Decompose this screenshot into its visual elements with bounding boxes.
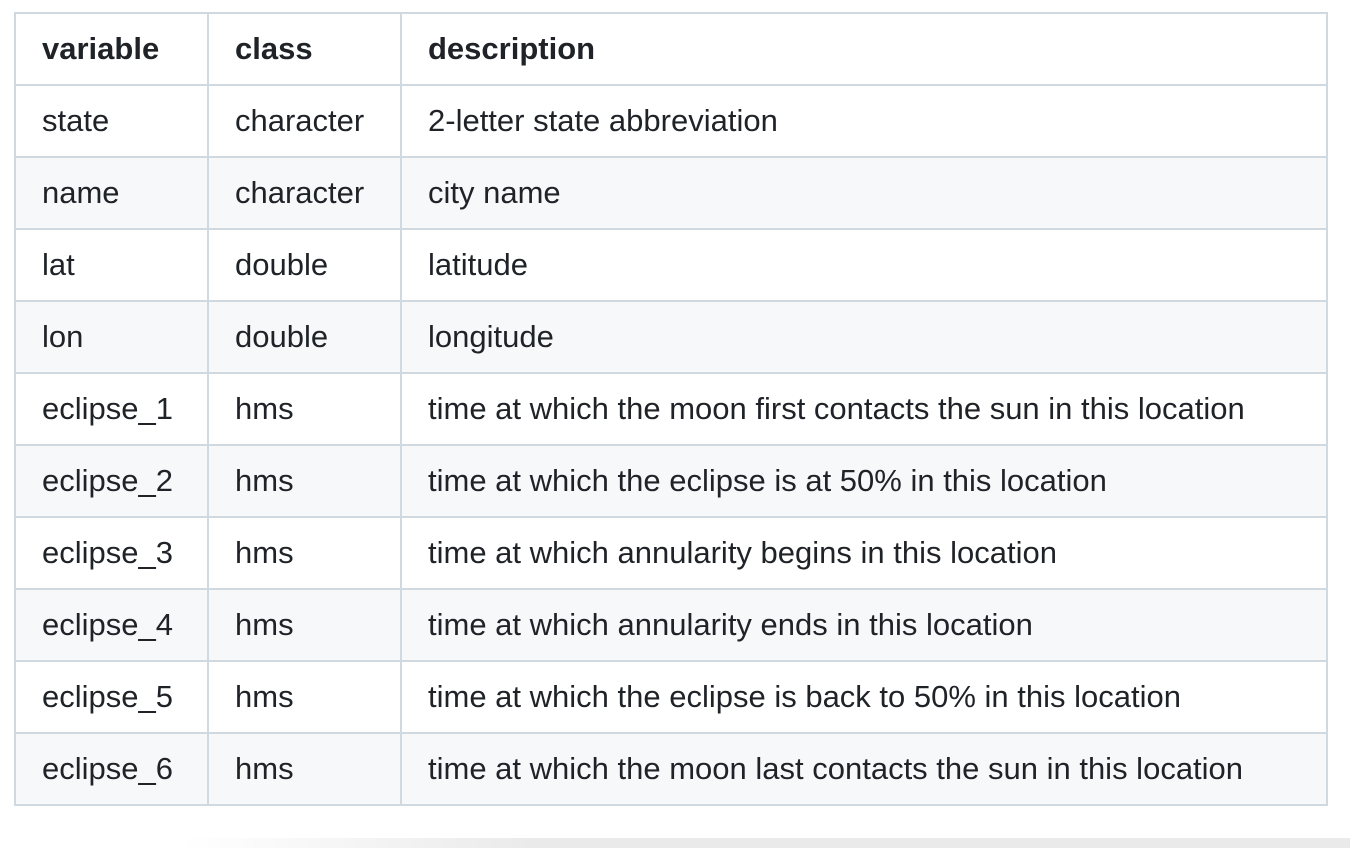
cell-variable: lon xyxy=(14,300,209,374)
table-row: eclipse_2 hms time at which the eclipse … xyxy=(14,444,1328,518)
bottom-shadow-edge xyxy=(180,838,1350,848)
header-class: class xyxy=(207,12,402,86)
header-description: description xyxy=(400,12,1328,86)
cell-variable: name xyxy=(14,156,209,230)
cell-description: city name xyxy=(400,156,1328,230)
cell-class: hms xyxy=(207,372,402,446)
cell-class: hms xyxy=(207,660,402,734)
cell-variable: eclipse_5 xyxy=(14,660,209,734)
table-header: variable class description xyxy=(14,12,1328,86)
table-row: eclipse_6 hms time at which the moon las… xyxy=(14,732,1328,806)
cell-class: double xyxy=(207,300,402,374)
data-dictionary-table: variable class description state charact… xyxy=(14,12,1328,806)
cell-description: time at which the moon last contacts the… xyxy=(400,732,1328,806)
cell-description: longitude xyxy=(400,300,1328,374)
header-variable: variable xyxy=(14,12,209,86)
cell-description: time at which annularity ends in this lo… xyxy=(400,588,1328,662)
table-row: state character 2-letter state abbreviat… xyxy=(14,84,1328,158)
cell-class: double xyxy=(207,228,402,302)
cell-variable: state xyxy=(14,84,209,158)
cell-variable: eclipse_6 xyxy=(14,732,209,806)
cell-class: character xyxy=(207,156,402,230)
cell-description: 2-letter state abbreviation xyxy=(400,84,1328,158)
cell-description: latitude xyxy=(400,228,1328,302)
cell-description: time at which the moon first contacts th… xyxy=(400,372,1328,446)
cell-class: hms xyxy=(207,732,402,806)
table-row: lon double longitude xyxy=(14,300,1328,374)
table-body: state character 2-letter state abbreviat… xyxy=(14,84,1328,806)
table-row: name character city name xyxy=(14,156,1328,230)
data-dictionary-table-container: variable class description state charact… xyxy=(14,12,1328,806)
cell-variable: eclipse_4 xyxy=(14,588,209,662)
cell-variable: lat xyxy=(14,228,209,302)
cell-description: time at which annularity begins in this … xyxy=(400,516,1328,590)
table-row: lat double latitude xyxy=(14,228,1328,302)
cell-description: time at which the eclipse is at 50% in t… xyxy=(400,444,1328,518)
cell-class: character xyxy=(207,84,402,158)
cell-class: hms xyxy=(207,444,402,518)
cell-class: hms xyxy=(207,516,402,590)
cell-class: hms xyxy=(207,588,402,662)
table-row: eclipse_3 hms time at which annularity b… xyxy=(14,516,1328,590)
table-row: eclipse_5 hms time at which the eclipse … xyxy=(14,660,1328,734)
table-row: eclipse_1 hms time at which the moon fir… xyxy=(14,372,1328,446)
cell-description: time at which the eclipse is back to 50%… xyxy=(400,660,1328,734)
cell-variable: eclipse_3 xyxy=(14,516,209,590)
table-row: eclipse_4 hms time at which annularity e… xyxy=(14,588,1328,662)
header-row: variable class description xyxy=(14,12,1328,86)
cell-variable: eclipse_2 xyxy=(14,444,209,518)
cell-variable: eclipse_1 xyxy=(14,372,209,446)
